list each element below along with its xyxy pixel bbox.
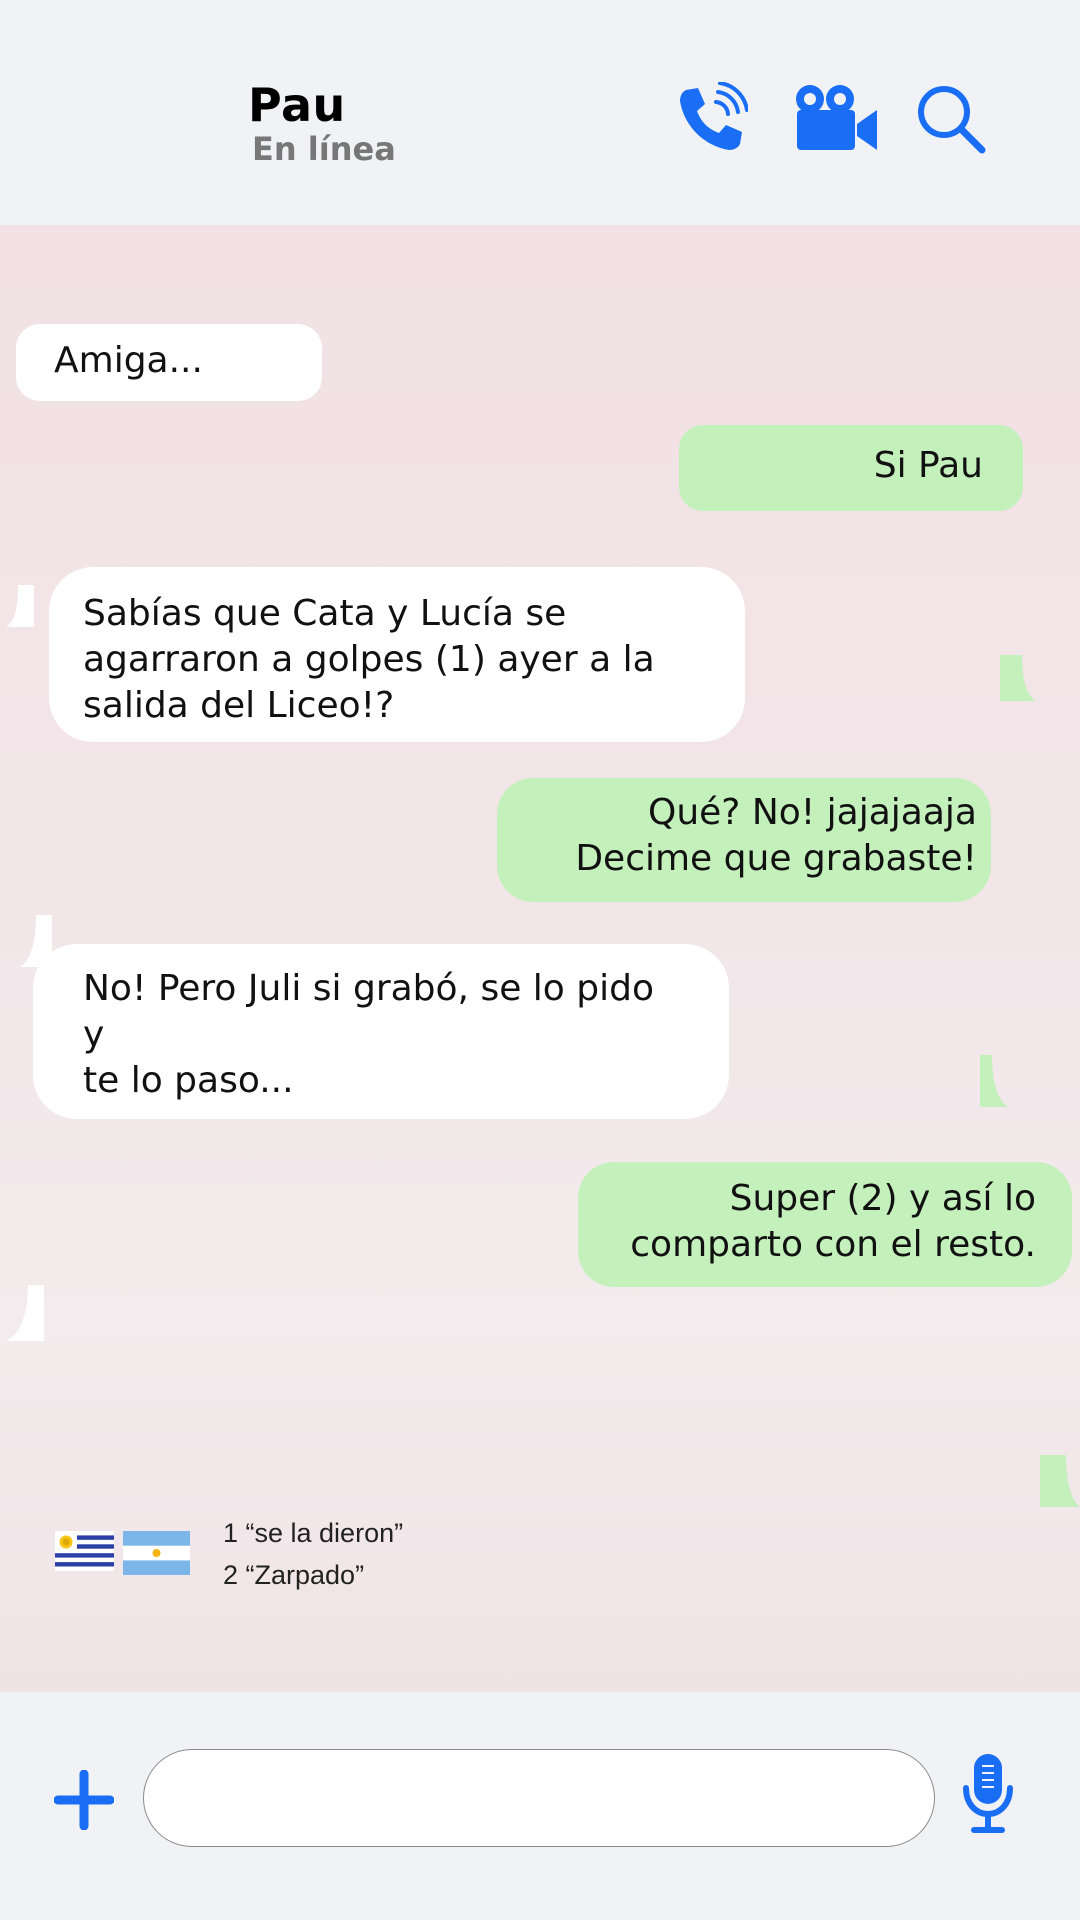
microphone-icon[interactable] bbox=[962, 1752, 1014, 1834]
message-bubble-incoming[interactable]: Sabías que Cata y Lucía se agarraron a g… bbox=[49, 567, 745, 742]
video-camera-icon[interactable] bbox=[793, 82, 879, 152]
search-icon[interactable] bbox=[916, 84, 986, 154]
glossary-notes: 1 “se la dieron” 2 “Zarpado” bbox=[223, 1512, 403, 1596]
bubble-tail bbox=[6, 585, 34, 627]
message-bubble-incoming[interactable]: Amiga... bbox=[16, 324, 322, 401]
message-text: Si Pau bbox=[873, 445, 983, 486]
phone-call-icon[interactable] bbox=[676, 81, 749, 154]
message-text: salida del Liceo!? bbox=[83, 685, 395, 726]
message-text: Sabías que Cata y Lucía se bbox=[83, 593, 567, 634]
message-text: Super (2) y así lo bbox=[729, 1178, 1036, 1219]
contact-status: En línea bbox=[252, 130, 396, 168]
glossary-note: 1 “se la dieron” bbox=[223, 1518, 404, 1548]
uruguay-flag bbox=[55, 1531, 114, 1571]
glossary-note: 2 “Zarpado” bbox=[223, 1560, 365, 1590]
message-bubble-outgoing[interactable]: Si Pau bbox=[679, 425, 1023, 511]
chat-area[interactable]: Amiga... Si Pau Sabías que Cata y Lucía … bbox=[0, 225, 1080, 1692]
message-text: Decime que grabaste! bbox=[575, 838, 977, 879]
bubble-tail bbox=[1000, 655, 1036, 701]
message-text: No! Pero Juli si grabó, se lo pido y bbox=[83, 968, 654, 1055]
bubble-tail bbox=[1040, 1455, 1080, 1507]
message-bubble-outgoing[interactable]: Super (2) y así lo comparto con el resto… bbox=[578, 1162, 1072, 1287]
contact-name[interactable]: Pau bbox=[248, 78, 346, 132]
message-text: agarraron a golpes (1) ayer a la bbox=[83, 639, 655, 680]
bubble-tail bbox=[6, 1285, 44, 1341]
message-composer bbox=[0, 1692, 1080, 1920]
message-input[interactable] bbox=[143, 1749, 935, 1847]
message-bubble-incoming[interactable]: No! Pero Juli si grabó, se lo pido y te … bbox=[33, 944, 729, 1119]
argentina-flag bbox=[123, 1531, 190, 1575]
chat-header: Pau En línea bbox=[0, 0, 1080, 225]
message-bubble-outgoing[interactable]: Qué? No! jajajaaja Decime que grabaste! bbox=[497, 778, 991, 902]
message-text: Amiga... bbox=[54, 340, 203, 381]
message-text: te lo paso... bbox=[83, 1060, 294, 1101]
bubble-tail bbox=[980, 1055, 1008, 1107]
plus-icon[interactable] bbox=[53, 1769, 115, 1831]
message-text: comparto con el resto. bbox=[630, 1224, 1036, 1265]
message-text: Qué? No! jajajaaja bbox=[648, 792, 977, 833]
